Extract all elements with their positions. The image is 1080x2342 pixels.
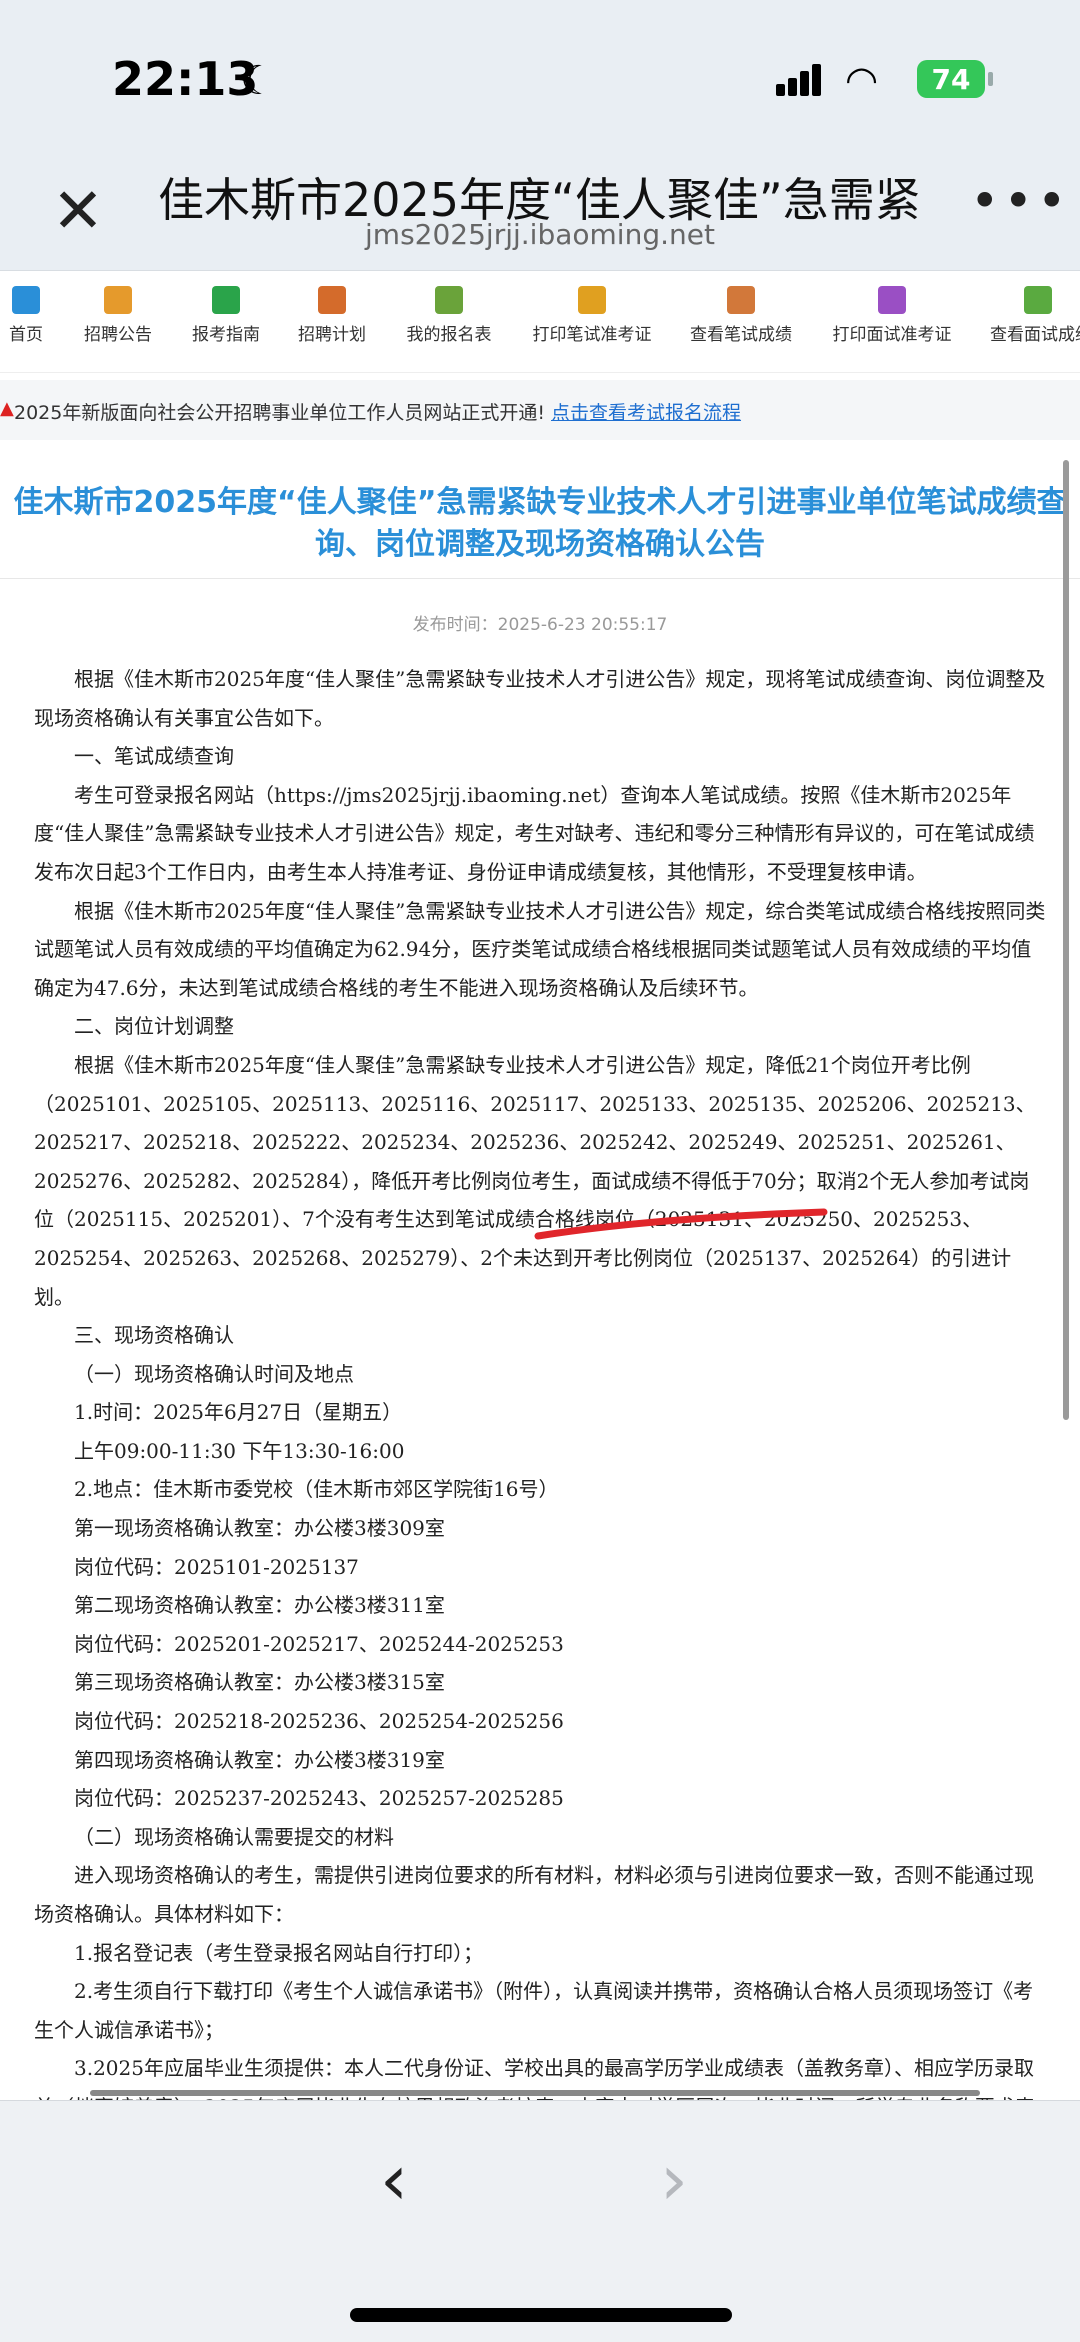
monitor-icon	[12, 286, 40, 314]
battery-level: 74	[931, 62, 971, 96]
search-doc-icon	[1024, 286, 1052, 314]
article-paragraph: 一、笔试成绩查询	[74, 744, 234, 769]
article-paragraph: 1.时间：2025年6月27日（星期五）	[74, 1400, 403, 1425]
nav-print-interview-ticket-label: 打印面试准考证	[832, 325, 952, 345]
article-paragraph: 根据《佳木斯市2025年度“佳人聚佳”急需紧缺专业技术人才引进公告》规定，综合类…	[34, 898, 1046, 1000]
battery-tip	[988, 72, 993, 86]
plan-icon	[318, 286, 346, 314]
nav-interview-score-label: 查看面试成绩	[990, 325, 1080, 345]
browser-header: ✕ 佳木斯市2025年度“佳人聚佳”急需紧缺专业技术人才引进事业单位笔试成绩查询…	[0, 150, 1080, 271]
nav-my-form[interactable]: 我的报名表	[404, 286, 494, 345]
article-body: 根据《佳木斯市2025年度“佳人聚佳”急需紧缺专业技术人才引进公告》规定，现将笔…	[34, 660, 1046, 2165]
nav-print-written-ticket-label: 打印笔试准考证	[532, 325, 652, 345]
guide-icon	[212, 286, 240, 314]
wifi-icon: ◠	[845, 58, 879, 102]
article-paragraph: 岗位代码：2025237-2025243、2025257-2025285	[74, 1786, 564, 1811]
article-paragraph: 1.报名登记表（考生登录报名网站自行打印）；	[74, 1940, 484, 1965]
nav-written-score[interactable]: 查看笔试成绩	[688, 286, 794, 345]
cellular-signal-icon	[776, 62, 824, 96]
nav-home-label: 首页	[9, 325, 43, 345]
article-paragraph: 根据《佳木斯市2025年度“佳人聚佳”急需紧缺专业技术人才引进公告》规定，现将笔…	[34, 667, 1046, 730]
article-paragraph: 三、现场资格确认	[74, 1323, 234, 1348]
article-paragraph: （二）现场资格确认需要提交的材料	[74, 1824, 394, 1849]
article-title-line2: 询、岗位调整及现场资格确认公告	[315, 527, 765, 562]
page-scroll-indicator	[90, 2090, 980, 2096]
article-paragraph: 第一现场资格确认教室：办公楼3楼309室	[74, 1516, 445, 1541]
alert-icon: ▲	[0, 398, 14, 419]
more-menu-icon[interactable]: •••	[970, 172, 1070, 230]
nav-print-written-ticket[interactable]: 打印笔试准考证	[530, 286, 654, 345]
nav-home[interactable]: 首页	[4, 286, 48, 345]
article-title: 佳木斯市2025年度“佳人聚佳”急需紧缺专业技术人才引进事业单位笔试成绩查 询、…	[0, 482, 1080, 566]
status-time: 22:13	[112, 52, 259, 106]
nav-plan-label: 招聘计划	[298, 325, 366, 345]
nav-guide-label: 报考指南	[192, 325, 260, 345]
article-paragraph: 第四现场资格确认教室：办公楼3楼319室	[74, 1747, 445, 1772]
notice-text: 2025年新版面向社会公开招聘事业单位工作人员网站正式开通!	[14, 402, 545, 424]
nav-print-interview-ticket[interactable]: 打印面试准考证	[830, 286, 954, 345]
status-bar: 22:13 ☾ ◠ 74	[0, 0, 1080, 150]
article-paragraph: 2.地点：佳木斯市委党校（佳木斯市郊区学院街16号）	[74, 1477, 559, 1502]
notice-bar: ▲ 2025年新版面向社会公开招聘事业单位工作人员网站正式开通! 点击查看考试报…	[0, 380, 1080, 440]
battery-icon: 74	[917, 60, 985, 98]
site-nav: 首页 招聘公告 报考指南 招聘计划 我的报名表 打印笔试准考证 查看笔试成绩 打…	[0, 272, 1080, 373]
article-paragraph: 进入现场资格确认的考生，需提供引进岗位要求的所有材料，材料必须与引进岗位要求一致…	[34, 1863, 1034, 1926]
article-paragraph: 2.考生须自行下载打印《考生个人诚信承诺书》（附件），认真阅读并携带，资格确认合…	[34, 1979, 1034, 2042]
article-title-line1: 佳木斯市2025年度“佳人聚佳”急需紧缺专业技术人才引进事业单位笔试成绩查	[13, 485, 1067, 520]
article-paragraph: 第三现场资格确认教室：办公楼3楼315室	[74, 1670, 445, 1695]
focus-moon-icon: ☾	[240, 58, 276, 104]
red-underline-mark	[534, 1208, 828, 1240]
nav-interview-score[interactable]: 查看面试成绩	[990, 286, 1080, 345]
article-paragraph: 根据《佳木斯市2025年度“佳人聚佳”急需紧缺专业技术人才引进公告》规定，降低2…	[34, 1052, 1036, 1309]
publish-date: 发布时间：2025-6-23 20:55:17	[412, 615, 668, 635]
form-icon	[435, 286, 463, 314]
article-paragraph: 岗位代码：2025218-2025236、2025254-2025256	[74, 1709, 564, 1734]
article-paragraph: 考生可登录报名网站（https://jms2025jrjj.ibaoming.n…	[34, 782, 1035, 884]
bottom-toolbar: ‹ ›	[0, 2100, 1080, 2342]
article-paragraph: 第二现场资格确认教室：办公楼3楼311室	[74, 1593, 445, 1618]
nav-announcement-label: 招聘公告	[84, 325, 152, 345]
article-paragraph: （一）现场资格确认时间及地点	[74, 1361, 354, 1386]
page-url: jms2025jrjj.ibaoming.net	[365, 218, 715, 251]
article-paragraph: 上午09:00-11:30 下午13:30-16:00	[74, 1438, 405, 1463]
forward-arrow-icon[interactable]: ›	[660, 2139, 688, 2221]
divider	[0, 578, 1080, 579]
ticket-icon	[578, 286, 606, 314]
scrollbar[interactable]	[1063, 460, 1069, 1420]
nav-guide[interactable]: 报考指南	[186, 286, 266, 345]
nav-written-score-label: 查看笔试成绩	[690, 325, 792, 345]
document-icon	[104, 286, 132, 314]
article-paragraph: 二、岗位计划调整	[74, 1014, 234, 1039]
back-arrow-icon[interactable]: ‹	[380, 2139, 408, 2221]
book-icon	[727, 286, 755, 314]
nav-plan[interactable]: 招聘计划	[292, 286, 372, 345]
nav-announcement[interactable]: 招聘公告	[78, 286, 158, 345]
notice-link[interactable]: 点击查看考试报名流程	[551, 398, 741, 425]
nav-my-form-label: 我的报名表	[406, 325, 492, 345]
article-paragraph: 岗位代码：2025101-2025137	[74, 1554, 359, 1579]
article-paragraph: 岗位代码：2025201-2025217、2025244-2025253	[74, 1631, 564, 1656]
printer-icon	[878, 286, 906, 314]
home-indicator	[350, 2308, 732, 2322]
